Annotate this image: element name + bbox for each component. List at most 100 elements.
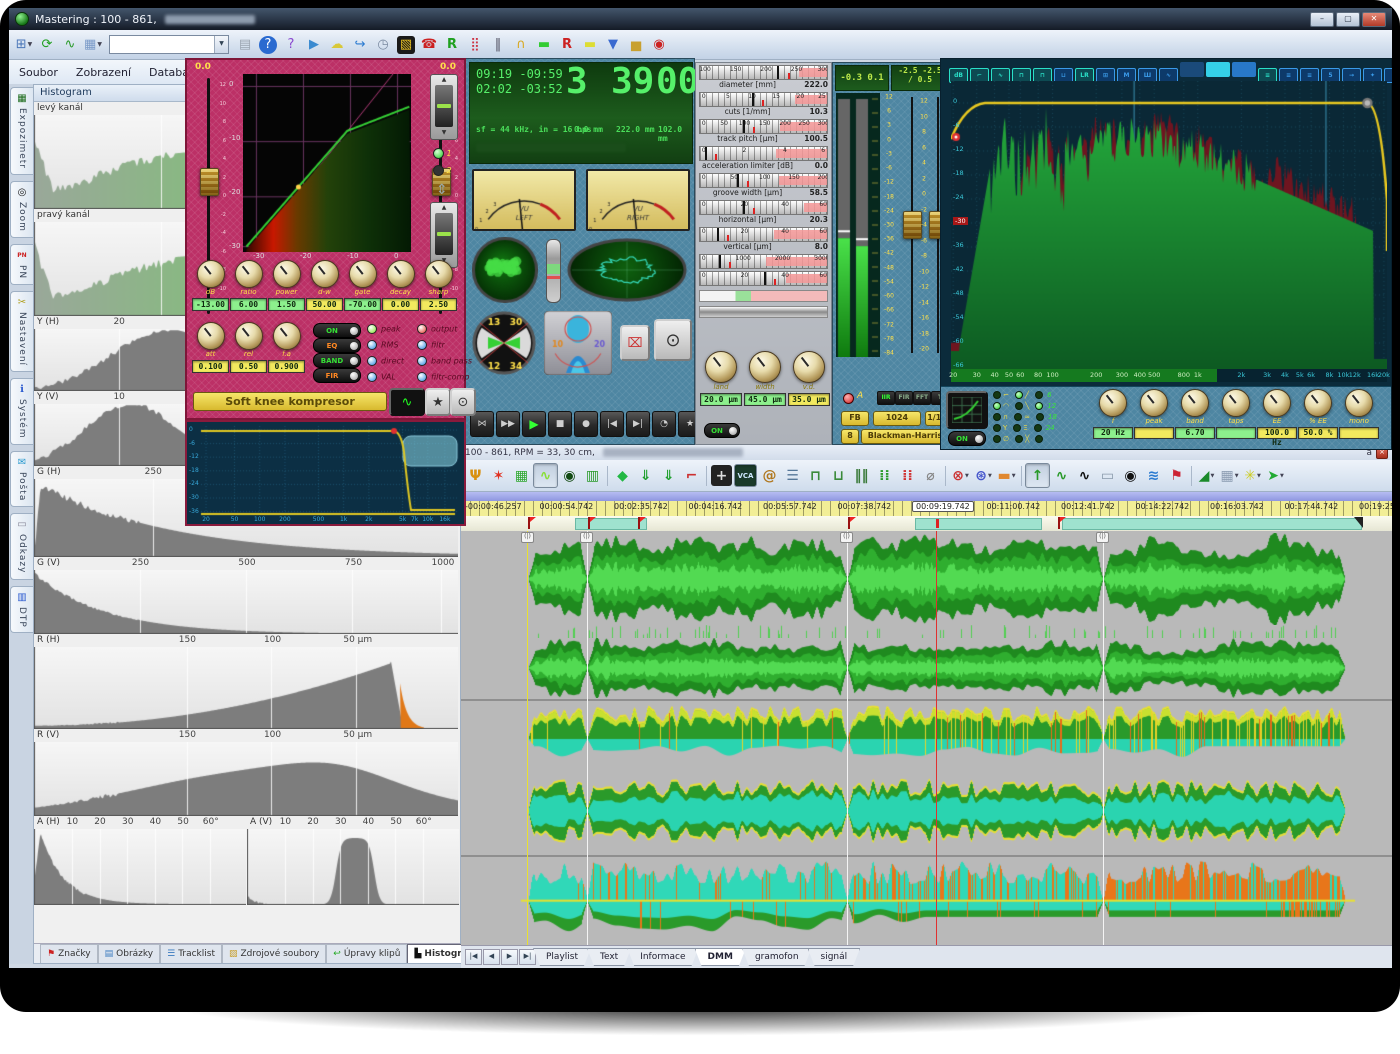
button-FB[interactable]: FB — [841, 411, 869, 426]
search-icon[interactable]: ⌀ — [919, 464, 942, 487]
mode-led-output[interactable]: output — [417, 324, 457, 334]
marks-out-icon[interactable]: ⁞⁞ — [896, 464, 919, 487]
sidebar-tab-odkazy[interactable]: ▭Odkazy — [10, 513, 33, 579]
knob-att[interactable] — [197, 322, 225, 350]
toggle-band[interactable]: BAND — [313, 353, 361, 368]
knob-rel[interactable] — [235, 322, 263, 350]
phone-icon[interactable]: ☎ — [418, 34, 440, 56]
section-handle-2[interactable]: (|) — [840, 532, 853, 543]
scope-button[interactable]: ∿ — [389, 388, 425, 416]
left-level-fader[interactable] — [200, 168, 219, 196]
forward-icon[interactable]: ↪ — [349, 34, 371, 56]
close-button[interactable]: ✕ — [1362, 12, 1386, 27]
stop-button[interactable]: ■ — [548, 411, 572, 437]
dmm-power-button[interactable]: ⊙ — [654, 319, 692, 361]
knob-f[interactable] — [1099, 389, 1127, 417]
knob-gate[interactable] — [349, 260, 377, 288]
groove-width-track[interactable] — [461, 769, 1392, 853]
knob-dB[interactable] — [197, 260, 225, 288]
pattern-box-icon[interactable]: ▦▼ — [1218, 464, 1241, 487]
sidebar-tab-nastavení[interactable]: ✂Nastavení — [10, 291, 33, 372]
knob-land[interactable] — [705, 351, 737, 383]
pull-down-right-icon[interactable]: ⇓ — [657, 464, 680, 487]
section-handle-1[interactable]: (|) — [580, 532, 593, 543]
toggle-fir[interactable]: FIR — [313, 368, 361, 383]
bypass-blue-icon[interactable]: ⊛▼ — [972, 464, 995, 487]
marker-flag-1[interactable] — [588, 517, 590, 529]
tab-nav-2[interactable]: ▶ — [501, 949, 518, 965]
page-tab-text[interactable]: Text — [587, 948, 631, 966]
filter-shape-row-3[interactable]: YΞ24 — [993, 424, 1055, 432]
vca-icon[interactable]: VCA — [734, 464, 757, 487]
signal-generator-icon[interactable]: ◉ — [558, 464, 581, 487]
flag-tool-icon[interactable]: ⚑ — [1165, 464, 1188, 487]
prev-button[interactable]: |◀ — [600, 411, 624, 437]
search-combobox[interactable]: ▼ — [109, 35, 229, 54]
sidebar-tab-pošta[interactable]: ✉Pošta — [10, 451, 33, 507]
tab-tracklist[interactable]: ☰Tracklist — [160, 944, 222, 963]
wave-soft-icon[interactable]: ∿ — [1050, 464, 1073, 487]
vinyl-icon[interactable]: ◉ — [1119, 464, 1142, 487]
page-tab-signl[interactable]: signál — [808, 948, 861, 966]
toggle-fir[interactable]: FIR — [895, 391, 913, 405]
sidebar-tab-pn[interactable]: PNPN — [10, 244, 33, 285]
clock-icon[interactable]: ◷ — [372, 34, 394, 56]
knob-decay[interactable] — [387, 260, 415, 288]
knob-EE[interactable] — [1263, 389, 1291, 417]
xy-pad-icon[interactable]: + — [711, 465, 732, 486]
insert-clip-icon[interactable]: ◆ — [611, 464, 634, 487]
comment-icon[interactable]: ☁ — [326, 34, 348, 56]
fade-blocks-icon[interactable]: ▬▼ — [995, 464, 1018, 487]
refresh-icon[interactable]: ⟳ — [36, 34, 58, 56]
starburst-icon[interactable]: ✳▼ — [1241, 464, 1264, 487]
mode-led-peak[interactable]: peak — [367, 324, 401, 334]
knob-power[interactable] — [273, 260, 301, 288]
page-tab-dmm[interactable]: DMM — [695, 948, 746, 966]
save-icon[interactable]: ▦ — [510, 464, 533, 487]
menu-item-zobrazen[interactable]: Zobrazení — [76, 66, 131, 79]
marks-in-icon[interactable]: ⁞⁞ — [873, 464, 896, 487]
impulse-track[interactable] — [461, 625, 1392, 638]
threshold-spinner[interactable]: ▲▼ — [430, 74, 458, 140]
bypass-red-icon[interactable]: ⊗▼ — [949, 464, 972, 487]
help-icon[interactable]: ? — [259, 36, 277, 54]
eq-area-icon[interactable]: ◢▼ — [1195, 464, 1218, 487]
button-8[interactable]: 8 — [841, 429, 859, 444]
page-tab-gramofon[interactable]: gramofon — [742, 948, 812, 966]
power-button[interactable]: ⊙ — [450, 388, 476, 416]
record-red-icon[interactable]: R — [556, 34, 578, 56]
eq-on-toggle[interactable]: ON — [948, 431, 986, 446]
waveform-track-left[interactable] — [461, 533, 1392, 625]
knob-band[interactable] — [1181, 389, 1209, 417]
stats-bars-icon[interactable]: ▥ — [581, 464, 604, 487]
selection-zone-0[interactable] — [575, 518, 647, 530]
sidebar-tab-systém[interactable]: ℹSystém — [10, 378, 33, 445]
media-icon[interactable]: ▶ — [303, 34, 325, 56]
window-layout-icon[interactable]: ⊞▼ — [13, 34, 35, 56]
knob-ratio[interactable] — [235, 260, 263, 288]
tab-pravyklip[interactable]: ↩Úpravy klipů — [326, 944, 407, 963]
combo-dropdown-icon[interactable]: ▼ — [214, 36, 228, 53]
marker-flag-0[interactable] — [528, 517, 530, 529]
section-handle-3[interactable]: (|) — [1096, 532, 1109, 543]
snail-icon[interactable]: @ — [758, 464, 781, 487]
funnel-icon[interactable]: ▼ — [602, 34, 624, 56]
loop-a-icon[interactable]: ⊓ — [804, 464, 827, 487]
matrix-icon[interactable]: ⣿ — [464, 34, 486, 56]
section-handle-0[interactable]: (|) — [521, 532, 534, 543]
maximize-button[interactable]: ▢ — [1336, 12, 1360, 27]
gauge-on-toggle[interactable]: ON — [704, 423, 740, 438]
loop-b-icon[interactable]: ⊔ — [827, 464, 850, 487]
channel-stack-icon[interactable]: ☰ — [781, 464, 804, 487]
soft-knee-kompresor-button[interactable]: Soft knee kompresor — [193, 392, 387, 411]
knob-width[interactable] — [749, 351, 781, 383]
tab-nav-3[interactable]: ▶| — [519, 949, 536, 965]
button-1024[interactable]: 1024 — [873, 411, 921, 426]
play-chain-icon[interactable]: ➤▼ — [1264, 464, 1287, 487]
mode-led-direct[interactable]: direct — [367, 356, 404, 366]
tracks-area[interactable]: (|) (|) (|) (|) — [461, 531, 1392, 945]
wave-hard-icon[interactable]: ∿ — [1073, 464, 1096, 487]
wave-monitor-icon[interactable]: ∿ — [59, 34, 81, 56]
toggle-eq[interactable]: EQ — [313, 338, 361, 353]
pull-down-left-icon[interactable]: ⇓ — [634, 464, 657, 487]
